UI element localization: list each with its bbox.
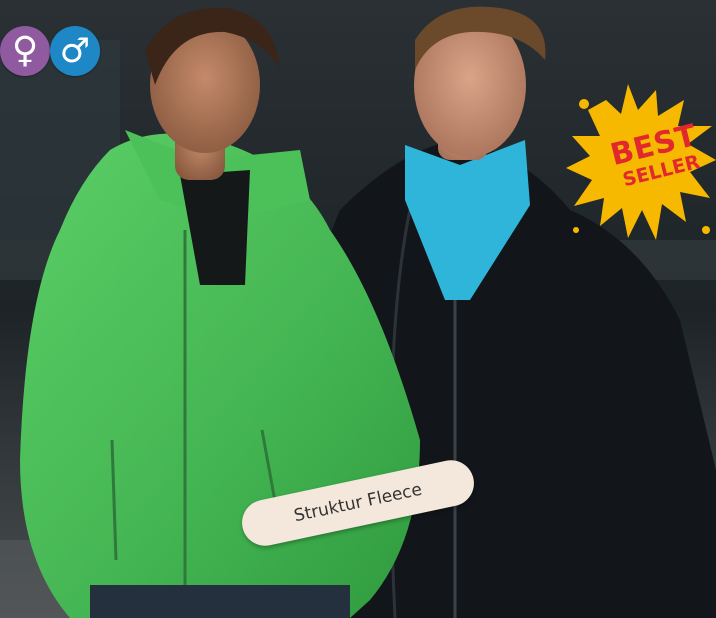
female-symbol-icon: ♀ — [0, 26, 50, 76]
male-symbol-icon: ♂ — [50, 26, 100, 76]
splash-drop — [573, 227, 579, 233]
splash-drop — [702, 226, 710, 234]
product-photo: ♀ ♂ BEST SELLER Struktur Fleece — [0, 0, 716, 618]
splash-drop — [579, 99, 589, 109]
woman-jeans — [90, 585, 350, 618]
